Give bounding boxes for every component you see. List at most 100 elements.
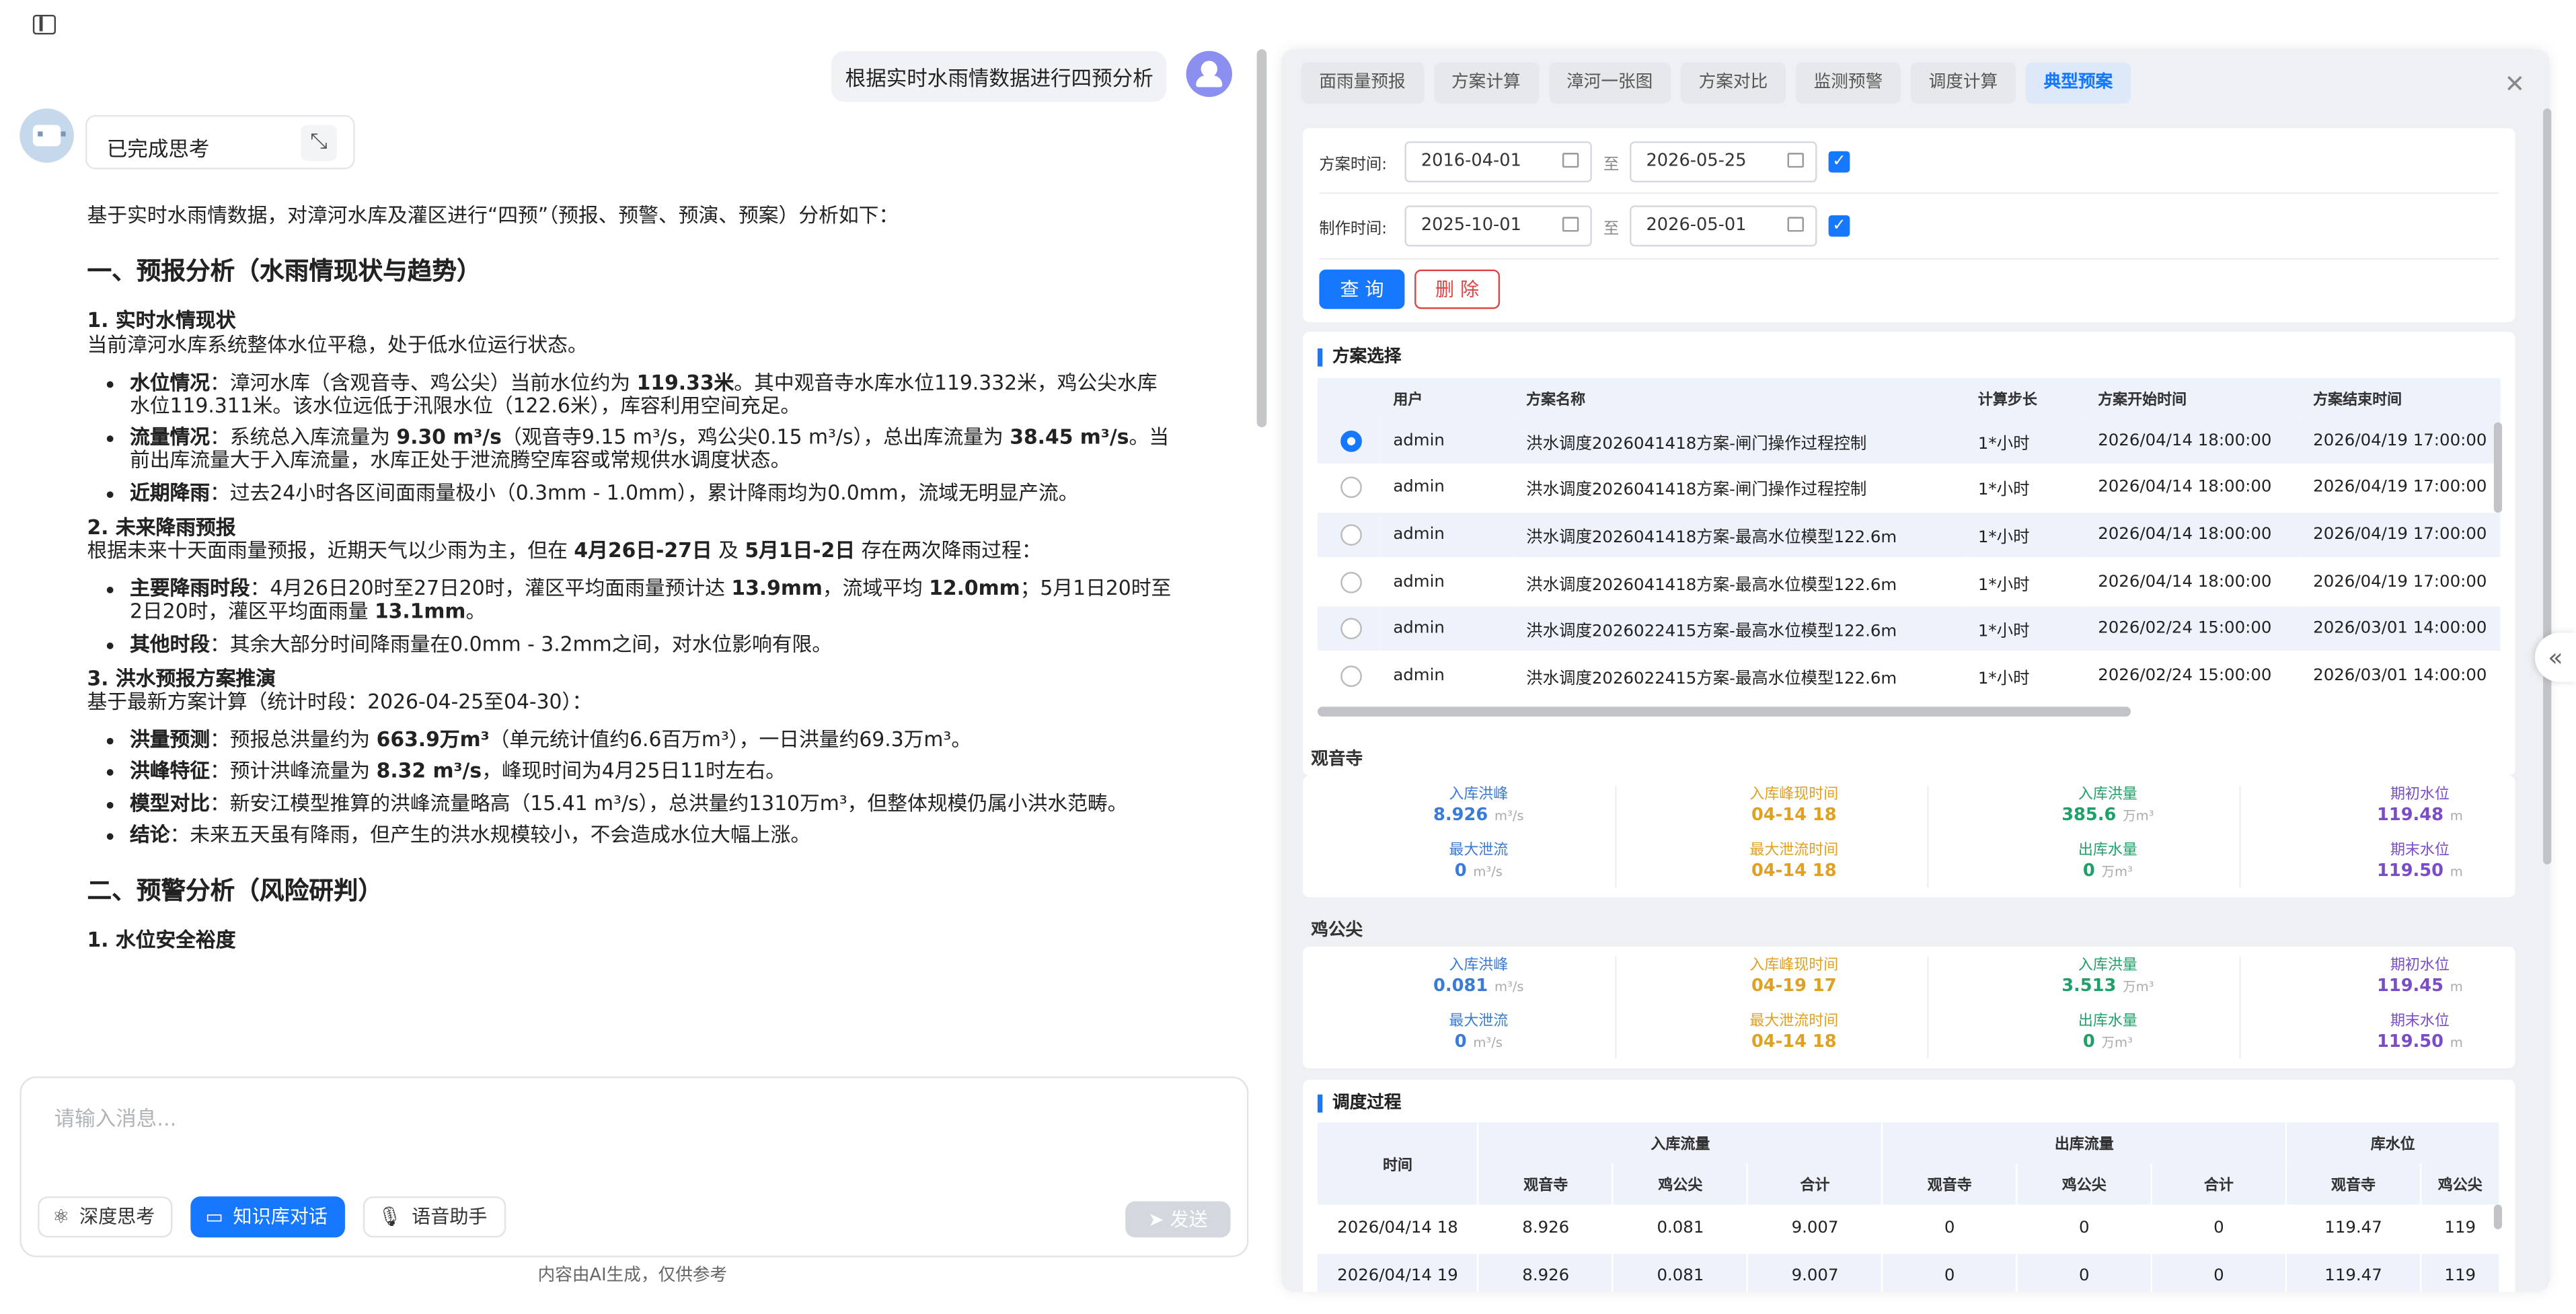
stat-label: 出库水量 [2078,1014,2137,1031]
stat-value: 04-14 18 [1751,1031,1837,1052]
stat-value: 0 [2082,861,2095,881]
row-radio[interactable] [1317,652,1380,700]
table-row[interactable]: admin 洪水调度2026041418方案-闸门操作过程控制 1*小时 2026/0… [1317,464,2501,513]
row-radio[interactable] [1317,605,1380,653]
stat-end: 期末水位 119.50 m [2338,843,2502,883]
plan-time-checkbox[interactable]: ✓ [1828,151,1850,173]
stat-init: 期初水位 119.45 m [2338,958,2502,998]
make-end-date[interactable]: 2026-05-01 [1630,205,1817,247]
sub-col: 合计 [2151,1163,2287,1205]
plan-start-date[interactable]: 2016-04-01 [1404,141,1592,183]
stat-label: 期末水位 [2390,843,2450,860]
intro-text: 基于实时水雨情数据，对漳河水库及灌区进行“四预”（预报、预警、预演、预案）分析如… [87,203,899,227]
table-row[interactable]: admin 洪水调度2026041418方案-闸门操作过程控制 1*小时 2026/0… [1317,417,2501,466]
cell-start: 2026/02/24 15:00:00 [2084,605,2300,653]
cell: 0.081 [1613,1204,1749,1253]
radio-button[interactable] [1340,429,1362,451]
gys-stats: 入库洪峰 8.926 m³/s 最大泄流 0 m³/s 入库峰现时间 04-14 18 最大泄流… [1302,775,2515,898]
table-hscrollbar[interactable] [1317,706,2131,717]
chat-scrollbar[interactable] [1256,49,1267,428]
voice-assistant-button[interactable]: 🎙 语音助手 [363,1196,506,1238]
cell: 2026/04/14 19 [1317,1252,1480,1292]
cell-end: 2026/04/19 17:00:00 [2300,464,2501,513]
send-button[interactable]: ➤ 发送 [1125,1201,1231,1238]
row-radio[interactable] [1317,558,1380,606]
tab-typical-plan[interactable]: 典型预案 [2025,62,2131,104]
jgj-stats: 入库洪峰 0.081 m³/s 最大泄流 0 m³/s 入库峰现时间 04-19 17 最大泄流… [1302,946,2515,1068]
cell: 0 [2151,1252,2287,1292]
message-input[interactable]: 请输入消息... [54,1101,177,1132]
stat-label: 入库洪量 [2078,958,2137,975]
range-separator: 至 [1603,220,1620,239]
cell-step: 1*小时 [1965,652,2085,700]
plan-end-date[interactable]: 2026-05-25 [1630,141,1817,183]
thinking-status[interactable]: 已完成思考 ⤡ [85,114,355,170]
stat-unit: m³/s [1494,808,1524,824]
tab-rainfall-forecast[interactable]: 面雨量预报 [1301,62,1424,104]
sub-col: 观音寺 [1882,1163,2018,1205]
knowledge-base-button[interactable]: ▭ 知识库对话 [190,1196,346,1238]
cell-end: 2026/04/19 17:00:00 [2300,417,2501,466]
stat-divider [2239,956,2241,1059]
tab-scheme-calc[interactable]: 方案计算 [1433,62,1539,104]
col-inflow: 入库流量 [1478,1122,1883,1164]
message-input-box[interactable]: 请输入消息... ⚛ 深度思考 ▭ 知识库对话 🎙 语音助手 ➤ 发送 [20,1076,1249,1257]
stat-init: 期初水位 119.48 m [2338,787,2502,827]
col-time: 时间 [1317,1122,1480,1205]
tab-map[interactable]: 漳河一张图 [1548,62,1671,104]
close-icon[interactable]: ✕ [2505,69,2526,99]
col-end: 方案结束时间 [2300,377,2501,418]
table-row: 2026/04/14 18 8.926 0.081 9.007 0 0 0 119.47 119 [1317,1204,2501,1253]
table-row[interactable]: admin 洪水调度2026041418方案-最高水位模型122.6m 1*小时 20… [1317,558,2501,606]
radio-button[interactable] [1340,665,1362,687]
sub-heading: 1. 水位安全裕度 [87,928,236,952]
list-item: 洪峰特征：预计洪峰流量为 8.32 m³/s，峰现时间为4月25日11时左右。 [130,760,1172,784]
col-step: 计算步长 [1965,377,2085,418]
list-item: 洪量预测：预报总洪量约为 663.9万m³（单元统计值约6.6百万m³），一日洪… [130,729,1172,752]
stat-label: 最大泄流 [1449,843,1509,860]
stat-label: 最大泄流时间 [1749,843,1839,860]
tab-monitoring[interactable]: 监测预警 [1795,62,1901,104]
list-item: 其他时段：其余大部分时间降雨量在0.0mm - 3.2mm之间，对水位影响有限。 [130,632,1172,656]
radio-button[interactable] [1340,524,1362,546]
dispatch-table: 时间 入库流量 出库流量 库水位 观音寺 鸡公尖 合计 观音寺 鸡公尖 合计 观… [1317,1122,2501,1292]
row-radio[interactable] [1317,464,1380,513]
stat-value: 04-14 18 [1751,805,1837,826]
cell-user: admin [1379,605,1513,653]
panel-scrollbar[interactable] [2543,108,2552,865]
paragraph: 当前漳河水库系统整体水位平稳，处于低水位运行状态。 [87,332,588,357]
list-item: 主要降雨时段：4月26日20时至27日20时，灌区平均面雨量预计达 13.9mm… [130,577,1172,624]
table-row[interactable]: admin 洪水调度2026022415方案-最高水位模型122.6m 1*小时 20… [1317,652,2501,700]
make-start-date[interactable]: 2025-10-01 [1404,205,1592,247]
radio-button[interactable] [1340,477,1362,499]
stat-value: 8.926 [1433,805,1488,826]
tab-scheme-compare[interactable]: 方案对比 [1680,62,1786,104]
delete-button[interactable]: 删 除 [1414,269,1501,309]
table-row[interactable]: admin 洪水调度2026041418方案-最高水位模型122.6m 1*小时 20… [1317,511,2501,560]
section-heading-2: 二、预警分析（风险研判） [87,876,383,906]
cell: 119.47 [2285,1204,2422,1253]
stat-end: 期末水位 119.50 m [2338,1014,2502,1054]
stat-unit: m [2450,864,2463,879]
row-radio[interactable] [1317,417,1380,466]
cell-start: 2026/04/14 18:00:00 [2084,511,2300,560]
stat-out-vol: 出库水量 0 万m³ [2026,843,2190,883]
dispatch-vscrollbar[interactable] [2493,1204,2503,1230]
tab-dispatch[interactable]: 调度计算 [1910,62,2016,104]
deep-think-button[interactable]: ⚛ 深度思考 [38,1196,174,1238]
table-vscrollbar[interactable] [2493,422,2503,513]
section-title: 方案选择 [1317,348,1402,367]
make-time-checkbox[interactable]: ✓ [1828,215,1850,237]
scheme-select-section: 方案选择 用户 方案名称 计算步长 方案开始时间 方案结束时间 admin 洪水调… [1302,332,2515,776]
col-start: 方案开始时间 [2084,377,2300,418]
radio-button[interactable] [1340,571,1362,593]
sidebar-toggle-icon[interactable] [32,14,56,35]
row-radio[interactable] [1317,511,1380,560]
stat-unit: m [2450,1035,2463,1050]
radio-button[interactable] [1340,618,1362,640]
cell-step: 1*小时 [1965,511,2085,560]
table-row[interactable]: admin 洪水调度2026022415方案-最高水位模型122.6m 1*小时 20… [1317,605,2501,653]
query-button[interactable]: 查 询 [1319,269,1405,309]
collapse-icon[interactable]: ⤡ [300,124,337,161]
cell-step: 1*小时 [1965,417,2085,466]
